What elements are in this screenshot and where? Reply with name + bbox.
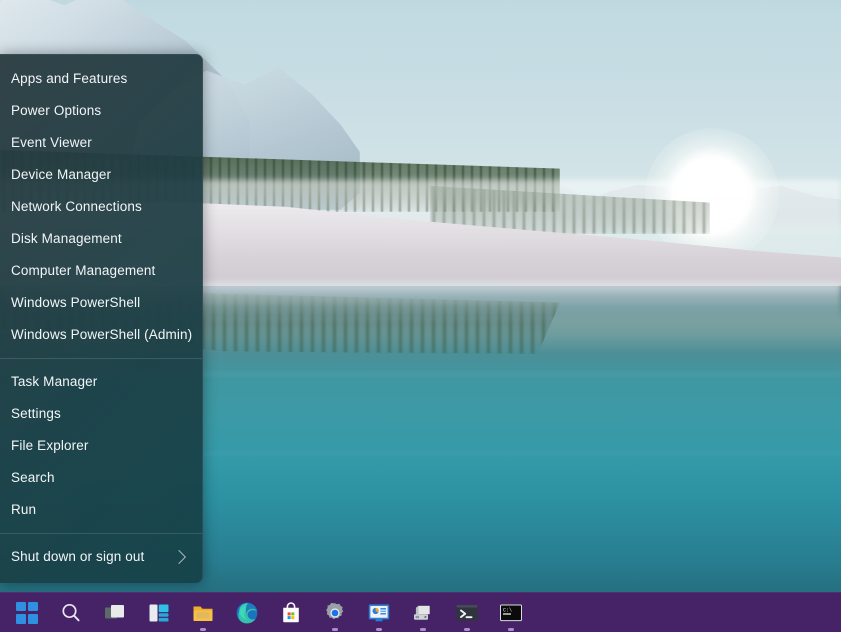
command-prompt-button[interactable]: C:\: [492, 594, 530, 632]
menu-item-disk-management[interactable]: Disk Management: [0, 223, 202, 255]
menu-item-event-viewer[interactable]: Event Viewer: [0, 127, 202, 159]
menu-item-label: Run: [11, 503, 192, 517]
menu-item-search[interactable]: Search: [0, 462, 202, 494]
search-button[interactable]: [52, 594, 90, 632]
printer-icon: [411, 601, 435, 625]
task-view-icon: [103, 601, 127, 625]
menu-item-windows-powershell-admin[interactable]: Windows PowerShell (Admin): [0, 319, 202, 351]
menu-item-label: Search: [11, 471, 192, 485]
widgets-icon: [147, 601, 171, 625]
menu-item-desktop[interactable]: Desktop: [0, 573, 202, 583]
menu-group-tools: Task Manager Settings File Explorer Sear…: [0, 364, 202, 528]
folder-icon: [191, 601, 215, 625]
menu-item-task-manager[interactable]: Task Manager: [0, 366, 202, 398]
menu-item-file-explorer[interactable]: File Explorer: [0, 430, 202, 462]
store-bag-icon: [279, 601, 303, 625]
menu-item-label: Settings: [11, 407, 192, 421]
printer-button[interactable]: [404, 594, 442, 632]
menu-item-device-manager[interactable]: Device Manager: [0, 159, 202, 191]
menu-group-session: Shut down or sign out Desktop: [0, 539, 202, 583]
monitor-icon: [367, 601, 391, 625]
menu-item-label: Disk Management: [11, 232, 192, 246]
menu-item-label: Event Viewer: [11, 136, 192, 150]
menu-item-label: File Explorer: [11, 439, 192, 453]
search-icon: [59, 601, 83, 625]
menu-item-shut-down-or-sign-out[interactable]: Shut down or sign out: [0, 541, 202, 573]
file-explorer-button[interactable]: [184, 594, 222, 632]
menu-item-label: Windows PowerShell: [11, 296, 192, 310]
menu-item-run[interactable]: Run: [0, 494, 202, 526]
menu-item-label: Desktop: [11, 582, 192, 583]
quick-link-menu[interactable]: Apps and Features Power Options Event Vi…: [0, 54, 203, 583]
chevron-right-icon: [172, 550, 186, 564]
edge-icon: [235, 601, 259, 625]
task-view-button[interactable]: [96, 594, 134, 632]
menu-item-computer-management[interactable]: Computer Management: [0, 255, 202, 287]
edge-button[interactable]: [228, 594, 266, 632]
menu-item-network-connections[interactable]: Network Connections: [0, 191, 202, 223]
widgets-button[interactable]: [140, 594, 178, 632]
menu-item-label: Computer Management: [11, 264, 192, 278]
menu-item-label: Network Connections: [11, 200, 192, 214]
menu-item-settings[interactable]: Settings: [0, 398, 202, 430]
menu-group-system: Apps and Features Power Options Event Vi…: [0, 61, 202, 353]
menu-item-power-options[interactable]: Power Options: [0, 95, 202, 127]
settings-button[interactable]: [316, 594, 354, 632]
powershell-button[interactable]: [448, 594, 486, 632]
control-panel-button[interactable]: [360, 594, 398, 632]
command-prompt-icon: C:\: [499, 601, 523, 625]
taskbar[interactable]: C:\: [0, 592, 841, 632]
windows-logo-icon: [16, 602, 38, 624]
gear-icon: [323, 601, 347, 625]
menu-item-label: Apps and Features: [11, 72, 192, 86]
menu-item-label: Power Options: [11, 104, 192, 118]
desktop-screen: Apps and Features Power Options Event Vi…: [0, 0, 841, 632]
start-button[interactable]: [8, 594, 46, 632]
menu-item-label: Shut down or sign out: [11, 550, 174, 564]
menu-item-windows-powershell[interactable]: Windows PowerShell: [0, 287, 202, 319]
menu-separator-1: [0, 358, 202, 359]
menu-item-label: Task Manager: [11, 375, 192, 389]
menu-item-label: Device Manager: [11, 168, 192, 182]
powershell-icon: [455, 601, 479, 625]
menu-item-apps-and-features[interactable]: Apps and Features: [0, 63, 202, 95]
svg-text:C:\: C:\: [503, 607, 512, 613]
store-button[interactable]: [272, 594, 310, 632]
menu-item-label: Windows PowerShell (Admin): [11, 328, 192, 342]
menu-separator-2: [0, 533, 202, 534]
